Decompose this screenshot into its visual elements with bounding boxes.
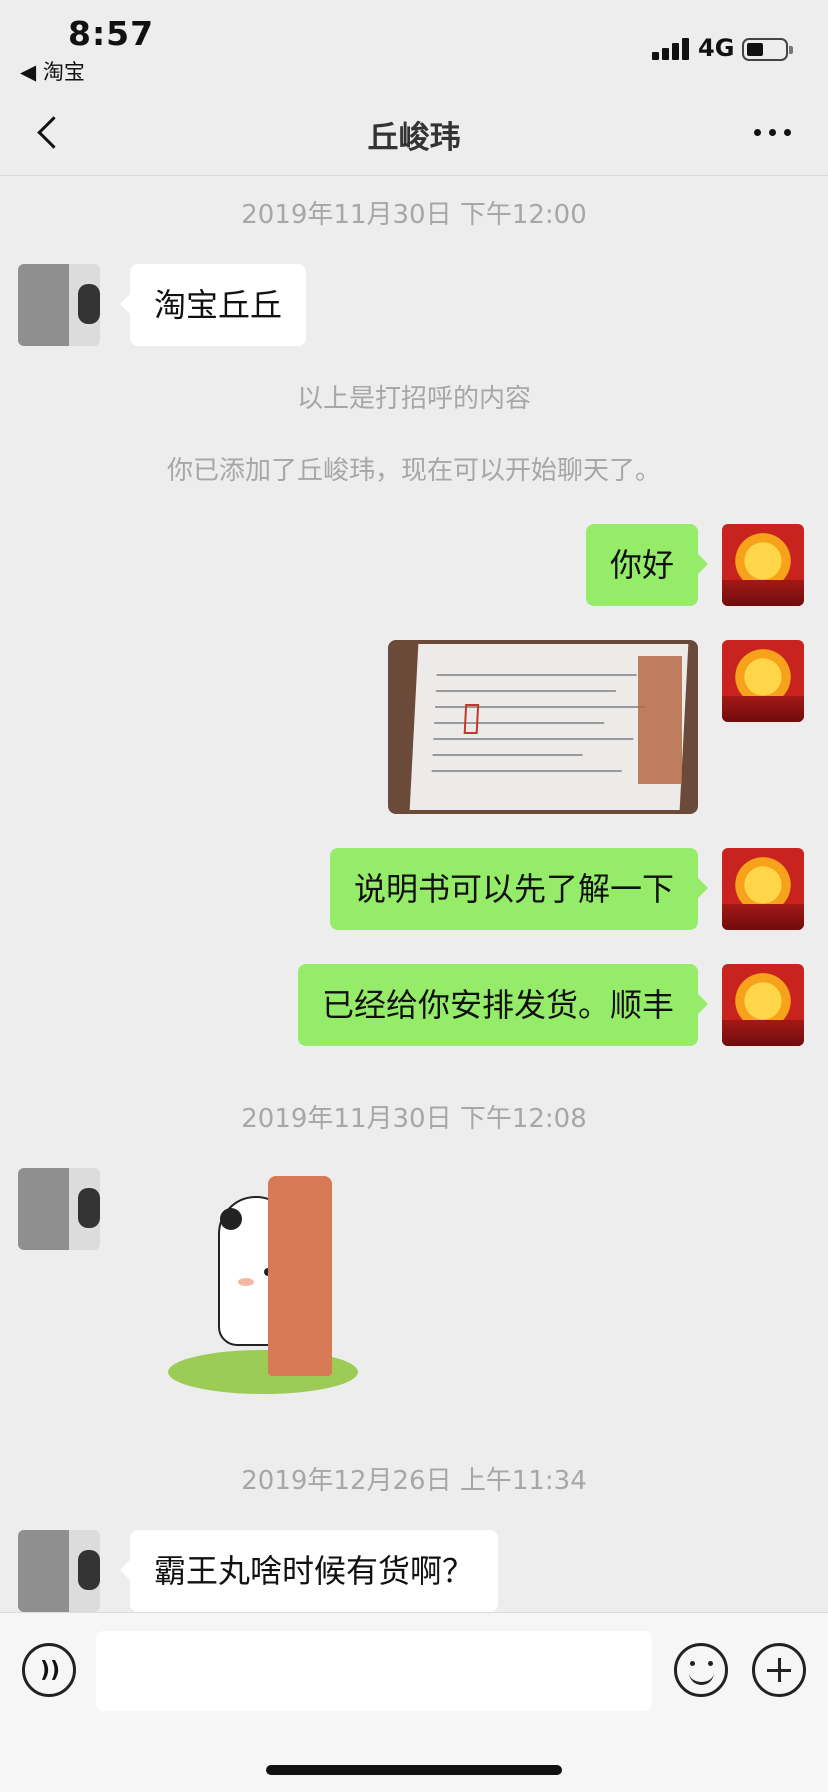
emoji-icon[interactable] (674, 1643, 728, 1697)
self-avatar[interactable] (722, 848, 804, 930)
voice-icon[interactable]: )) (22, 1643, 76, 1697)
more-options-icon[interactable] (748, 120, 798, 144)
chat-timestamp: 2019年11月30日 下午12:00 (241, 200, 587, 230)
home-indicator[interactable] (266, 1765, 562, 1775)
peer-avatar[interactable] (18, 1530, 100, 1612)
message-bubble-incoming[interactable]: 淘宝丘丘 (119, 264, 307, 346)
panda-sticker-message[interactable] (168, 1170, 368, 1400)
chat-input-bar: )) (0, 1612, 828, 1792)
network-type: 4G (698, 34, 735, 62)
message-bubble-incoming[interactable]: 霸王丸啥时候有货啊？ (119, 1530, 499, 1612)
chat-timestamp: 2019年11月30日 下午12:08 (241, 1104, 587, 1134)
back-to-app-link[interactable]: ◀ 淘宝 (20, 56, 85, 86)
battery-icon (742, 38, 793, 61)
signal-icon (652, 38, 692, 60)
self-avatar[interactable] (722, 524, 804, 606)
message-bubble-outgoing[interactable]: 你好 (585, 524, 709, 606)
status-bar: 8:57 ◀ 淘宝 4G (0, 0, 828, 90)
message-bubble-outgoing[interactable]: 说明书可以先了解一下 (329, 848, 709, 930)
chat-header: 丘峻玮 (0, 90, 828, 176)
image-message[interactable] (388, 640, 698, 814)
self-avatar[interactable] (722, 964, 804, 1046)
message-input[interactable] (96, 1631, 652, 1711)
plus-icon[interactable] (752, 1643, 806, 1697)
peer-avatar[interactable] (18, 1168, 100, 1250)
status-time: 8:57 (68, 14, 155, 53)
self-avatar[interactable] (722, 640, 804, 722)
system-message: 你已添加了丘峻玮，现在可以开始聊天了。 (166, 456, 661, 486)
system-message: 以上是打招呼的内容 (296, 384, 531, 414)
message-bubble-outgoing[interactable]: 已经给你安排发货。顺丰 (297, 964, 709, 1046)
chat-timestamp: 2019年12月26日 上午11:34 (241, 1466, 587, 1496)
peer-avatar[interactable] (18, 264, 100, 346)
chat-title: 丘峻玮 (367, 120, 461, 156)
